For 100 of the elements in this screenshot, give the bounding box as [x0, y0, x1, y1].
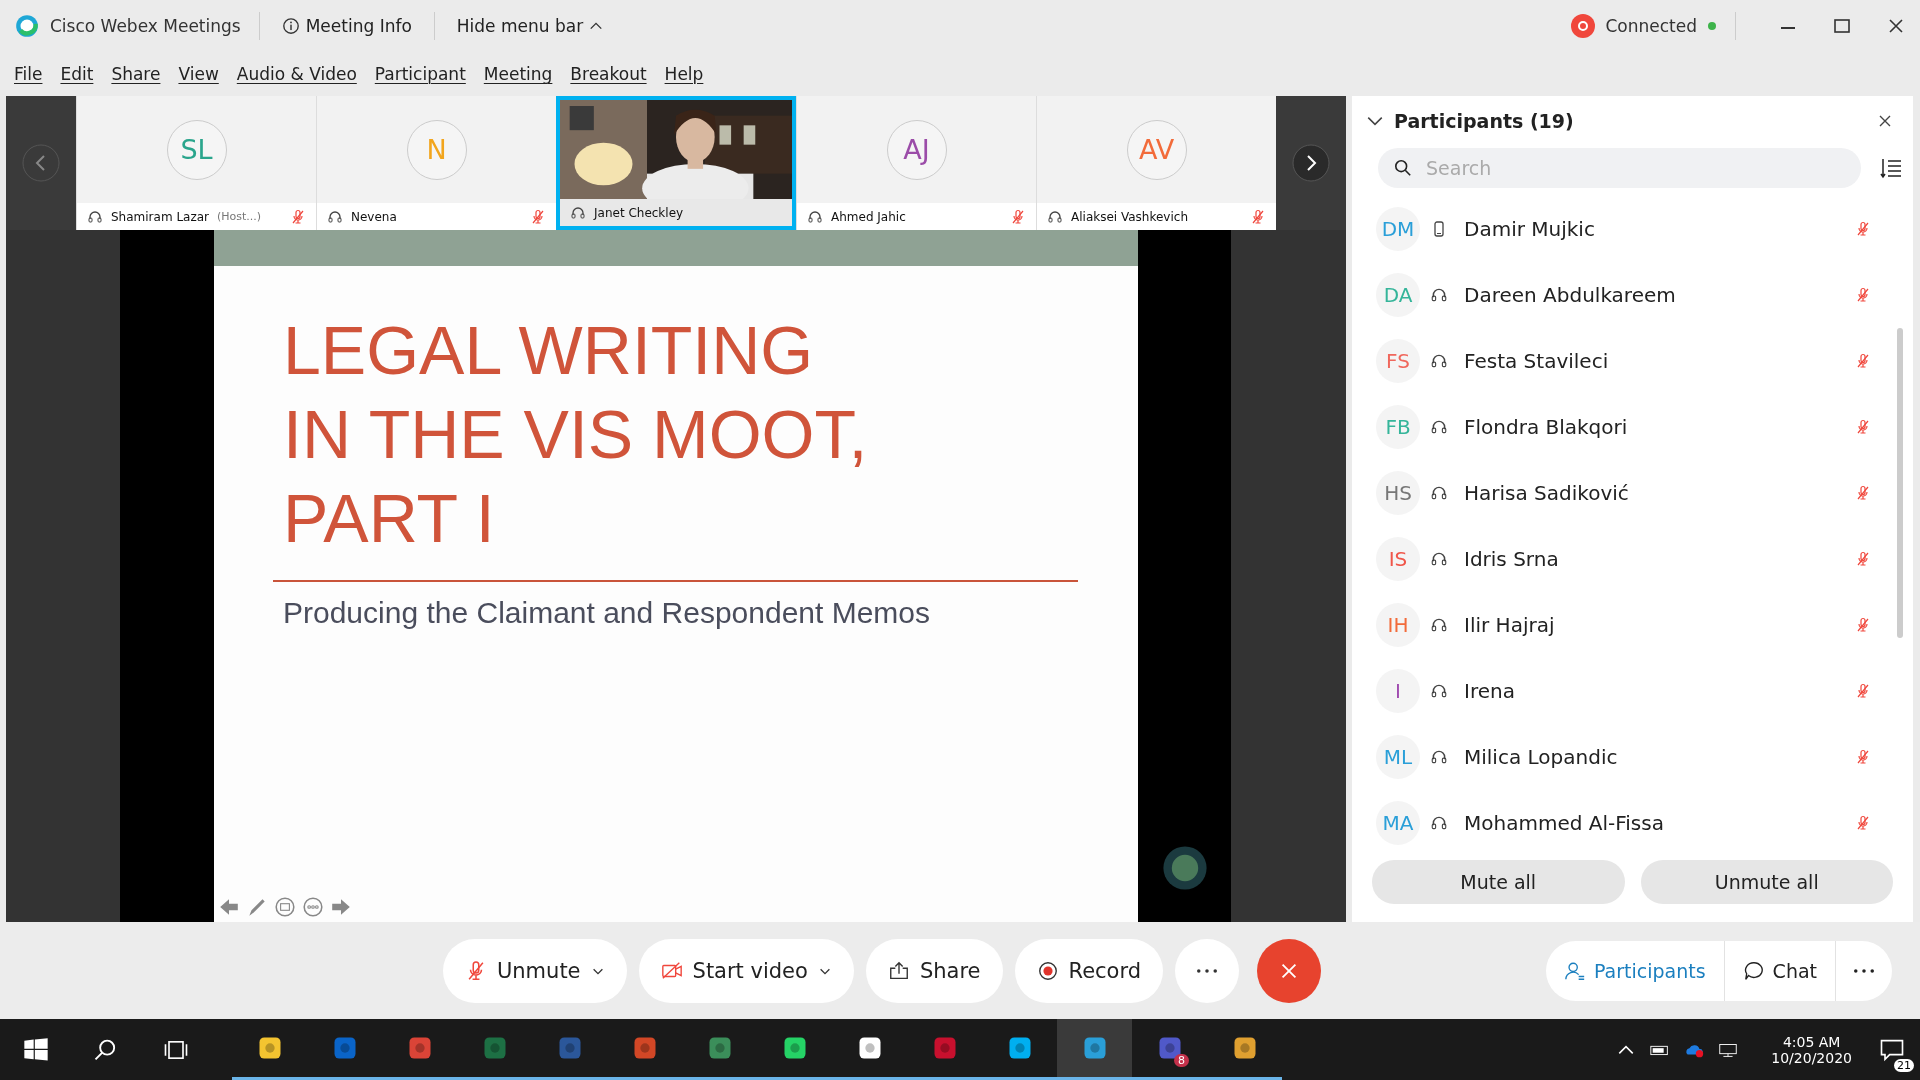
- pencil-icon[interactable]: [246, 896, 268, 918]
- participant-row[interactable]: DM Damir Mujkic: [1376, 196, 1891, 262]
- menu-item[interactable]: Breakout: [570, 64, 647, 84]
- avatar-initials: IS: [1376, 537, 1420, 581]
- participant-name: Shamiram Lazar: [111, 209, 209, 224]
- avatar-initials: FS: [1376, 339, 1420, 383]
- notification-badge: 8: [1174, 1054, 1189, 1067]
- participant-name: Janet Checkley: [594, 205, 684, 220]
- menu-item[interactable]: Share: [111, 64, 161, 84]
- muted-mic-icon[interactable]: [1855, 749, 1871, 765]
- headset-icon: [87, 208, 103, 225]
- muted-mic-icon[interactable]: [1855, 551, 1871, 567]
- caption-icon[interactable]: [274, 896, 296, 918]
- muted-mic-icon[interactable]: [1855, 485, 1871, 501]
- video-tile[interactable]: AJ Ahmed Jahic: [796, 96, 1036, 230]
- panel-button[interactable]: Unmute all: [1640, 860, 1893, 904]
- participant-name: Ilir Hajraj: [1464, 613, 1555, 637]
- avatar-initials: AJ: [886, 119, 947, 180]
- avatar-initials: DA: [1376, 273, 1420, 317]
- slide-title: PART I: [283, 479, 496, 558]
- video-tile[interactable]: Janet Checkley: [556, 96, 796, 230]
- participants-button[interactable]: Participants: [1546, 940, 1725, 1001]
- search-field[interactable]: Search: [1378, 148, 1861, 188]
- muted-mic-icon[interactable]: [1855, 815, 1871, 831]
- avatar-initials: DM: [1376, 207, 1420, 251]
- headset-icon: [1430, 352, 1448, 370]
- menu-item[interactable]: Participant: [374, 64, 466, 84]
- avatar-initials: N: [406, 119, 467, 180]
- slide-subtitle: Producing the Claimant and Respondent Memos: [283, 596, 932, 630]
- participant-row[interactable]: MA Mohammed Al-Fissa: [1376, 790, 1891, 856]
- participant-row[interactable]: ML Milica Lopandic: [1376, 724, 1891, 790]
- slide-title: IN THE VIS MOOT,: [283, 395, 869, 474]
- muted-mic-icon[interactable]: [1855, 683, 1871, 699]
- panel-title: Participants (19): [1394, 110, 1574, 132]
- sort-icon[interactable]: [1879, 156, 1903, 180]
- muted-mic-icon[interactable]: [1855, 353, 1871, 369]
- menu-item[interactable]: Audio & Video: [236, 64, 357, 84]
- close-icon[interactable]: [1877, 113, 1893, 129]
- muted-mic-icon[interactable]: [1855, 287, 1871, 303]
- record-button[interactable]: Record: [1014, 938, 1164, 1003]
- participant-row[interactable]: IH Ilir Hajraj: [1376, 592, 1891, 658]
- participant-name: Irena: [1464, 679, 1515, 703]
- avatar-initials: HS: [1376, 471, 1420, 515]
- clock-time[interactable]: 4:05 AM: [1782, 1033, 1841, 1050]
- muted-mic-icon[interactable]: [1855, 221, 1871, 237]
- headset-icon: [1430, 418, 1448, 436]
- info-icon: [281, 17, 300, 35]
- participant-row[interactable]: HS Harisa Sadiković: [1376, 460, 1891, 526]
- avatar-initials: I: [1376, 669, 1420, 713]
- participant-name: Harisa Sadiković: [1464, 481, 1629, 505]
- participant-name: Flondra Blakqori: [1464, 415, 1628, 439]
- record-icon: [1036, 959, 1059, 982]
- scrollbar[interactable]: [1897, 328, 1903, 638]
- participant-name: Aliaksei Vashkevich: [1071, 209, 1188, 224]
- muted-mic-icon[interactable]: [1855, 617, 1871, 633]
- participant-name: Idris Srna: [1464, 547, 1559, 571]
- menu-item[interactable]: Help: [664, 64, 704, 84]
- webex-logo-icon: [1160, 844, 1209, 892]
- participant-name: Nevena: [351, 209, 397, 224]
- video-tile[interactable]: N Nevena: [316, 96, 556, 230]
- participant-row[interactable]: DA Dareen Abdulkareem: [1376, 262, 1891, 328]
- clock-date[interactable]: 10/20/2020: [1771, 1049, 1852, 1066]
- maximize-icon[interactable]: [1832, 16, 1852, 36]
- participant-name: Festa Stavileci: [1464, 349, 1609, 373]
- participant-name: Ahmed Jahic: [831, 209, 906, 224]
- video-tile[interactable]: AV Aliaksei Vashkevich: [1036, 96, 1276, 230]
- headset-icon: [1430, 484, 1448, 502]
- video-tile[interactable]: SL Shamiram Lazar (Host...): [76, 96, 316, 230]
- participant-row[interactable]: IS Idris Srna: [1376, 526, 1891, 592]
- participant-row[interactable]: I Irena: [1376, 658, 1891, 724]
- unmute-button[interactable]: Unmute: [442, 938, 627, 1003]
- meeting-info-button[interactable]: Meeting Info: [277, 14, 416, 38]
- start-video-button[interactable]: Start video: [638, 938, 854, 1003]
- headset-icon: [570, 204, 586, 221]
- avatar-initials: SL: [166, 119, 227, 180]
- headset-icon: [807, 208, 823, 225]
- notification-count: 21: [1894, 1058, 1914, 1072]
- app-title: Cisco Webex Meetings: [50, 16, 241, 36]
- participant-row[interactable]: FS Festa Stavileci: [1376, 328, 1891, 394]
- share-button[interactable]: Share: [865, 938, 1003, 1003]
- muted-mic-icon[interactable]: [1855, 419, 1871, 435]
- connection-status: Connected: [1605, 16, 1697, 36]
- panel-button[interactable]: Mute all: [1372, 860, 1625, 904]
- chat-button[interactable]: Chat: [1724, 940, 1836, 1001]
- share-icon: [887, 959, 910, 982]
- more-icon: [1854, 968, 1874, 973]
- participant-row[interactable]: FB Flondra Blakqori: [1376, 394, 1891, 460]
- more-options-icon[interactable]: [302, 896, 324, 918]
- headset-icon: [1047, 208, 1063, 225]
- menu-item[interactable]: Edit: [60, 64, 94, 84]
- webex-logo-icon: [14, 13, 40, 39]
- status-dot-icon: [1707, 21, 1717, 31]
- avatar-initials: MA: [1376, 801, 1420, 845]
- search-icon: [1394, 159, 1412, 177]
- hide-menu-bar-button[interactable]: Hide menu bar: [452, 14, 608, 38]
- headset-icon: [1430, 682, 1448, 700]
- menu-item[interactable]: File: [14, 64, 43, 84]
- headset-icon: [1430, 814, 1448, 832]
- menu-item[interactable]: View: [178, 64, 219, 84]
- menu-item[interactable]: Meeting: [483, 64, 553, 84]
